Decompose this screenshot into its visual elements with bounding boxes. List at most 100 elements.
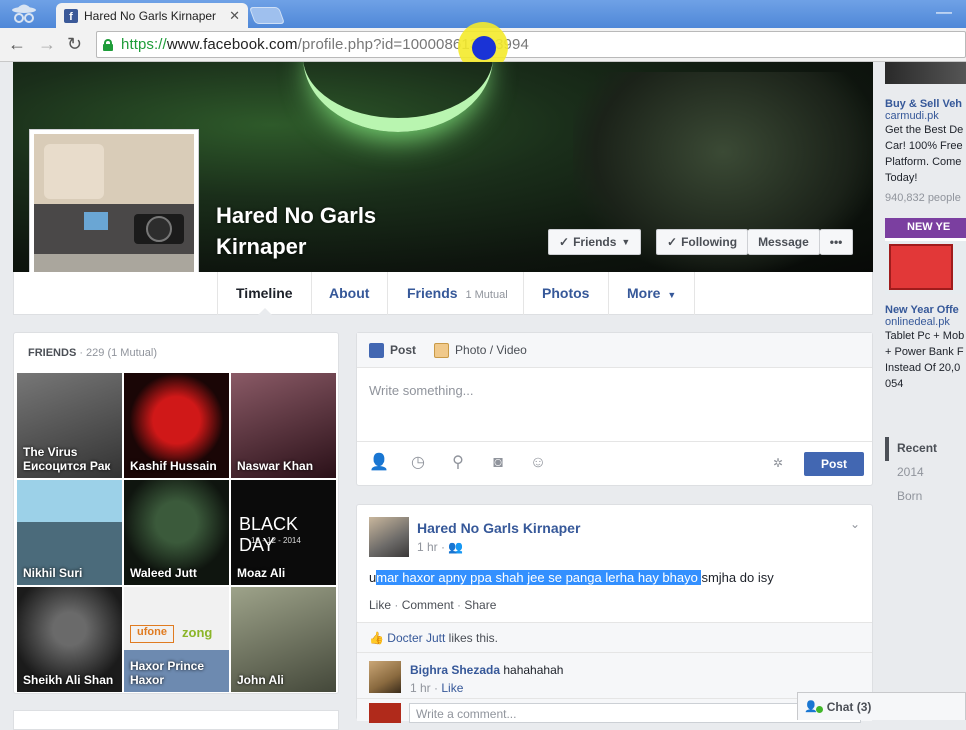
post-button[interactable]: Post <box>804 452 864 476</box>
online-dot <box>815 705 823 713</box>
liker-name[interactable]: Docter Jutt <box>387 631 445 645</box>
composer-input[interactable]: Write something... <box>357 368 872 442</box>
friends-heading[interactable]: FRIENDS · 229 (1 Mutual) <box>28 347 157 359</box>
tab-close-icon[interactable]: ✕ <box>229 8 240 24</box>
tab-friends[interactable]: Friends 1 Mutual <box>407 285 508 301</box>
write-comment-row: Write a comment... <box>357 698 872 723</box>
comment-link[interactable]: Comment <box>402 598 454 612</box>
friends-button-wrap: ✓ Friends ▼ <box>548 229 642 255</box>
friend-tile[interactable]: Naswar Khan <box>231 373 336 478</box>
story-author-name[interactable]: Hared No Garls Kirnaper <box>417 520 580 536</box>
tag-friends-icon[interactable]: 👤 <box>369 454 389 472</box>
story-author-avatar[interactable] <box>369 517 409 557</box>
ad1-line: Today! <box>885 172 918 184</box>
ad1-link[interactable]: carmudi.pk <box>885 110 966 122</box>
ad1-image[interactable] <box>885 62 966 84</box>
more-options-button[interactable]: ••• <box>819 229 854 255</box>
story-menu-chevron-icon[interactable]: ⌄ <box>850 517 860 531</box>
check-icon: ✓ <box>667 235 678 249</box>
composer-tab-photo[interactable]: Photo / Video <box>434 342 527 358</box>
location-pin-icon[interactable]: ⚲ <box>449 454 467 472</box>
story-text: umar haxor apny ppa shah jee se panga le… <box>369 570 774 585</box>
nav-divider <box>217 272 218 315</box>
window-minimize-icon[interactable]: — <box>936 4 952 22</box>
story-actions: Like · Comment · Share <box>369 598 497 612</box>
friends-box: FRIENDS · 229 (1 Mutual) The Virus Еисоц… <box>13 332 339 694</box>
address-bar[interactable]: https://www.facebook.com/profile.php?id=… <box>96 31 966 58</box>
ad2-title[interactable]: New Year Offe <box>885 304 966 316</box>
zong-logo: zong <box>182 625 213 640</box>
browser-tab[interactable]: f Hared No Garls Kirnaper ✕ <box>56 3 248 28</box>
commenter-avatar[interactable] <box>369 661 401 693</box>
back-arrow-icon[interactable]: ← <box>8 34 26 54</box>
mutual-count: 1 Mutual <box>465 289 508 301</box>
message-button[interactable]: Message <box>748 229 820 255</box>
friend-tile[interactable]: Sheikh Ali Shan <box>17 587 122 692</box>
ad1-line: Get the Best De <box>885 124 964 136</box>
tab-about[interactable]: About <box>329 285 369 301</box>
tab-timeline[interactable]: Timeline <box>236 285 293 301</box>
year-nav-recent[interactable]: Recent <box>885 437 966 461</box>
cursor-dot <box>472 36 496 60</box>
nav-divider <box>694 272 695 315</box>
year-nav-2014[interactable]: 2014 <box>885 461 966 485</box>
profile-name[interactable]: Hared No Garls Kirnaper <box>216 200 436 262</box>
nav-divider <box>387 272 388 315</box>
comment-meta: 1 hr · Like <box>410 681 464 695</box>
composer-tabs: Post Photo / Video <box>357 333 872 368</box>
friend-tile[interactable]: The Virus Еисоцится Рак <box>17 373 122 478</box>
friend-name: Waleed Jutt <box>130 566 197 580</box>
tab-photos[interactable]: Photos <box>542 285 589 301</box>
caret-down-icon: ▼ <box>667 290 677 300</box>
check-icon: ✓ <box>559 235 570 249</box>
friend-tile[interactable]: Waleed Jutt <box>124 480 229 585</box>
year-nav-born[interactable]: Born <box>885 485 966 509</box>
share-link[interactable]: Share <box>464 598 496 612</box>
forward-arrow-icon[interactable]: → <box>38 34 56 54</box>
following-button[interactable]: ✓ Following <box>656 229 749 255</box>
friend-tile[interactable]: BLACK DAY 16 - 12 - 2014 Moaz Ali <box>231 480 336 585</box>
friend-tile[interactable]: Nikhil Suri <box>17 480 122 585</box>
reload-icon[interactable]: ↻ <box>67 34 82 54</box>
photos-box <box>13 710 339 730</box>
friend-tile[interactable]: Kashif Hussain <box>124 373 229 478</box>
emoji-icon[interactable]: ☺ <box>529 454 547 472</box>
new-tab-button[interactable] <box>248 7 286 24</box>
chat-sidebar-toggle[interactable]: 👤 Chat (3) <box>797 692 966 720</box>
friends-button[interactable]: ✓ Friends ▼ <box>548 229 642 255</box>
story-timestamp[interactable]: 1 hr · 👥 <box>417 540 463 554</box>
ad2-link[interactable]: onlinedeal.pk <box>885 316 966 328</box>
friend-name: Naswar Khan <box>237 459 314 473</box>
composer-footer: 👤 ◷ ⚲ ◙ ☺ ✲ Post <box>357 441 872 485</box>
cover-glow <box>303 62 493 132</box>
ad2-banner: NEW YE <box>885 218 966 238</box>
friend-tile[interactable]: John Ali <box>231 587 336 692</box>
friend-name: Sheikh Ali Shan <box>23 673 114 687</box>
photo-icon <box>434 342 450 358</box>
write-comment-input[interactable]: Write a comment... <box>409 703 861 723</box>
friend-tile[interactable]: ufone zong Haxor Prince Haxor <box>124 587 229 692</box>
commenter-name: Bighra Shezada hahahahah <box>410 663 564 677</box>
ad2-image[interactable]: NEW YE <box>885 218 966 294</box>
ad1-title[interactable]: Buy & Sell Veh <box>885 98 966 110</box>
comment-like-link[interactable]: Like <box>441 681 463 695</box>
comment: Bighra Shezada hahahahah 1 hr · Like <box>357 652 872 698</box>
friend-name: Kashif Hussain <box>130 459 217 473</box>
tab-more[interactable]: More ▼ <box>627 285 676 301</box>
likes-row: 👍 Docter Jutt likes this. <box>357 622 872 652</box>
post-composer: Post Photo / Video Write something... 👤 … <box>356 332 873 486</box>
black-day-text: BLACK DAY <box>239 514 299 555</box>
profile-picture-image <box>34 134 194 293</box>
ads-column: Buy & Sell Veh carmudi.pk Get the Best D… <box>885 62 966 392</box>
feed-story: Hared No Garls Kirnaper 1 hr · 👥 ⌄ umar … <box>356 504 873 723</box>
composer-tab-post[interactable]: Post <box>369 342 416 358</box>
active-tab-pointer <box>258 308 272 315</box>
ad2-line: + Power Bank F <box>885 346 964 358</box>
camera-icon[interactable]: ◙ <box>489 454 507 472</box>
like-link[interactable]: Like <box>369 598 391 612</box>
privacy-gear-icon[interactable]: ✲ <box>769 454 787 472</box>
timeline-year-nav: Recent 2014 Born <box>885 437 966 509</box>
thumbs-up-icon: 👍 <box>369 631 384 645</box>
ad1-likes: 940,832 people <box>885 192 961 204</box>
clock-icon[interactable]: ◷ <box>409 454 427 472</box>
